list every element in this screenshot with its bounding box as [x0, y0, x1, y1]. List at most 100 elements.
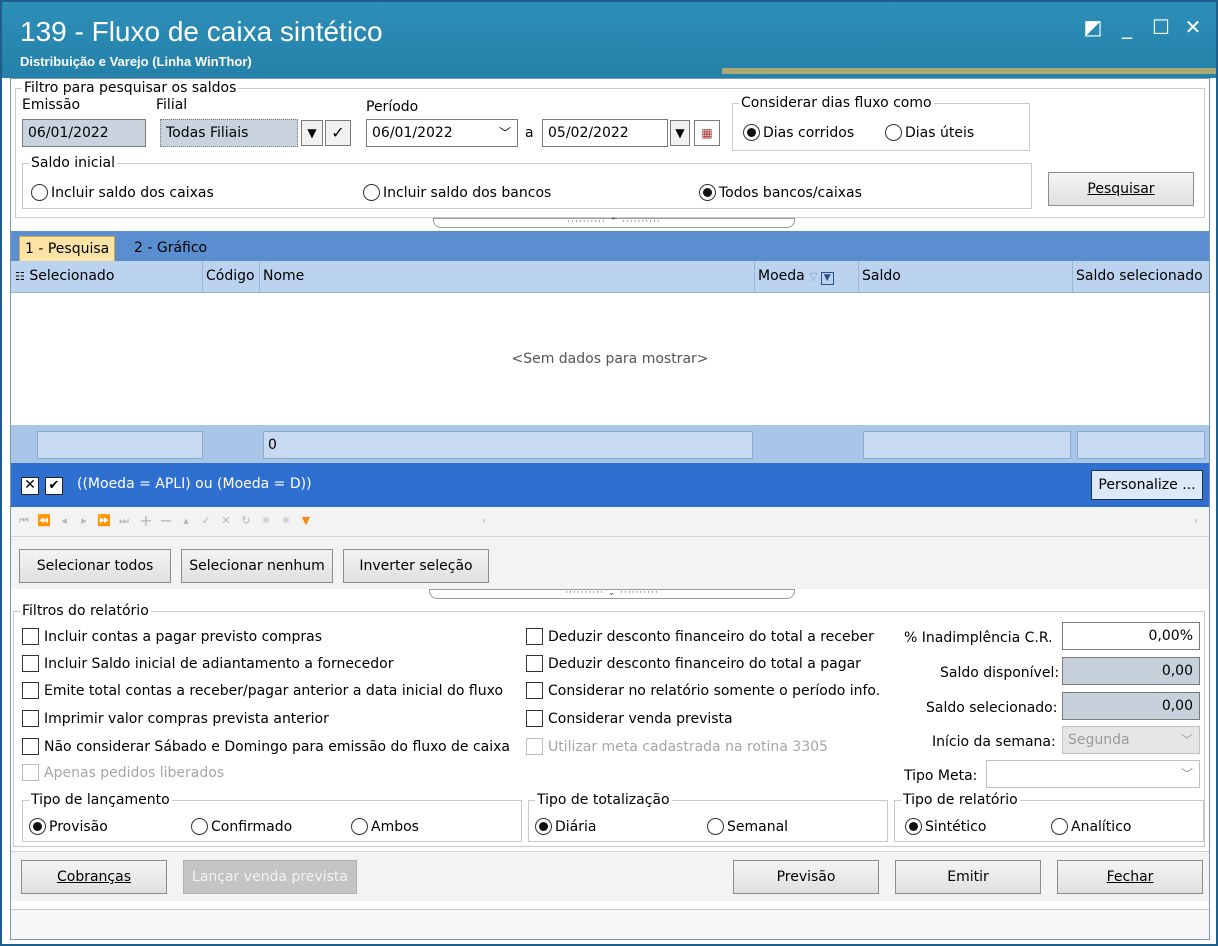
- filial-dropdown-button[interactable]: ▼: [301, 120, 323, 146]
- tab-pesquisa[interactable]: 1 - Pesquisa: [19, 236, 116, 261]
- chevron-down-icon[interactable]: ﹀: [1181, 761, 1193, 787]
- filter-icon[interactable]: ▽: [809, 270, 817, 283]
- radio-saldo-bancos[interactable]: Incluir saldo dos bancos: [363, 184, 551, 201]
- check-imprimir-compras-prevista[interactable]: Imprimir valor compras prevista anterior: [22, 710, 329, 727]
- emissao-field[interactable]: 06/01/2022: [22, 119, 146, 147]
- checkmark-icon: ✓: [331, 123, 345, 142]
- next-page-icon[interactable]: ⏩: [97, 514, 111, 528]
- post-icon[interactable]: ✓: [199, 514, 213, 528]
- tipo-lancamento-group: Tipo de lançamento Provisão Confirmado A…: [22, 792, 522, 842]
- inadimplencia-field[interactable]: 0,00%: [1062, 622, 1200, 650]
- emitir-button[interactable]: Emitir: [895, 860, 1041, 894]
- select-none-button[interactable]: Selecionar nenhum: [181, 549, 333, 583]
- radio-dot: [707, 818, 724, 835]
- checkbox: [526, 655, 543, 672]
- title-bar: 139 - Fluxo de caixa sintético Distribui…: [2, 2, 1216, 78]
- filter-expression[interactable]: ((Moeda = APLI) ou (Moeda = D)): [77, 476, 312, 492]
- radio-dias-corridos[interactable]: Dias corridos: [743, 124, 854, 141]
- radio-dot: [885, 124, 902, 141]
- restore-icon[interactable]: ◩: [1080, 14, 1106, 40]
- filter-active-icon[interactable]: ▼: [820, 272, 834, 285]
- scroll-left-icon[interactable]: ‹: [477, 514, 491, 528]
- check-contas-pagar-compras[interactable]: Incluir contas a pagar previsto compras: [22, 628, 322, 645]
- checkbox: [22, 655, 39, 672]
- chevron-down-icon[interactable]: ﹀: [499, 120, 511, 146]
- bookmark-icon[interactable]: ✳: [259, 514, 273, 528]
- column-header-selecionado[interactable]: ☷ Selecionado: [11, 261, 203, 292]
- radio-label: Dias corridos: [763, 124, 855, 141]
- clear-filter-button[interactable]: ✕: [21, 477, 39, 495]
- column-header-codigo[interactable]: Código: [203, 261, 260, 292]
- check-utilizar-meta: Utilizar meta cadastrada na rotina 3305: [526, 738, 828, 755]
- check-emite-total-anterior[interactable]: Emite total contas a receber/pagar anter…: [22, 682, 503, 699]
- select-all-button[interactable]: Selecionar todos: [19, 549, 171, 583]
- last-record-icon[interactable]: ⏭: [117, 514, 131, 528]
- check-saldo-adiantamento[interactable]: Incluir Saldo inicial de adiantamento a …: [22, 655, 393, 672]
- bottom-splitter[interactable]: ·········· ⌄ ··········: [429, 589, 795, 599]
- radio-dias-uteis[interactable]: Dias úteis: [885, 124, 974, 141]
- report-filters-legend: Filtros do relatório: [20, 603, 151, 619]
- goto-bookmark-icon[interactable]: ✳: [279, 514, 293, 528]
- periodo-end-field[interactable]: 05/02/2022: [542, 119, 668, 147]
- radio-dot: [1051, 818, 1068, 835]
- invert-selection-button[interactable]: Inverter seleção: [343, 549, 489, 583]
- calendar-button[interactable]: ▦: [694, 120, 720, 146]
- chevron-up-icon: ·········· ⌃ ··········: [567, 217, 661, 227]
- radio-confirmado[interactable]: Confirmado: [191, 818, 292, 835]
- maximize-button[interactable]: ☐: [1148, 14, 1174, 40]
- radio-sintetico[interactable]: Sintético: [905, 818, 986, 835]
- footer-cell-total: 0: [263, 431, 753, 459]
- top-splitter[interactable]: ·········· ⌃ ··········: [433, 218, 795, 228]
- column-header-saldo[interactable]: Saldo: [859, 261, 1073, 292]
- previous-page-icon[interactable]: ⏪: [37, 514, 51, 528]
- radio-saldo-caixas[interactable]: Incluir saldo dos caixas: [31, 184, 214, 201]
- previsao-button[interactable]: Previsão: [733, 860, 879, 894]
- column-header-saldo-selecionado[interactable]: Saldo selecionado: [1073, 261, 1209, 292]
- tab-grafico[interactable]: 2 - Gráfico: [129, 236, 212, 261]
- column-header-nome[interactable]: Nome: [260, 261, 755, 292]
- insert-icon[interactable]: +: [139, 513, 153, 529]
- saldo-disponivel-label: Saldo disponível:: [940, 665, 1060, 681]
- close-button[interactable]: ✕: [1180, 14, 1206, 40]
- column-header-moeda[interactable]: Moeda ▽ ▼: [755, 261, 859, 292]
- tipo-meta-select[interactable]: ﹀: [986, 760, 1200, 788]
- radio-semanal[interactable]: Semanal: [707, 818, 788, 835]
- check-somente-periodo[interactable]: Considerar no relatório somente o períod…: [526, 682, 880, 699]
- column-chooser-icon[interactable]: ☷: [15, 270, 25, 283]
- scroll-right-icon[interactable]: ›: [1189, 514, 1203, 528]
- search-button[interactable]: Pesquisar: [1048, 172, 1194, 206]
- check-deduzir-desconto-receber[interactable]: Deduzir desconto financeiro do total a r…: [526, 628, 874, 645]
- next-record-icon[interactable]: ▸: [77, 514, 91, 528]
- minimize-button[interactable]: _: [1114, 14, 1140, 40]
- check-deduzir-desconto-pagar[interactable]: Deduzir desconto financeiro do total a p…: [526, 655, 861, 672]
- fechar-button[interactable]: Fechar: [1057, 860, 1203, 894]
- cobrancas-button[interactable]: Cobranças: [21, 860, 167, 894]
- check-venda-prevista[interactable]: Considerar venda prevista: [526, 710, 733, 727]
- radio-analitico[interactable]: Analítico: [1051, 818, 1131, 835]
- radio-label: Incluir saldo dos bancos: [383, 184, 552, 201]
- filial-select[interactable]: Todas Filiais: [160, 119, 298, 147]
- filter-icon[interactable]: ▼: [299, 514, 313, 528]
- radio-diaria[interactable]: Diária: [535, 818, 596, 835]
- radio-todos-bancos-caixas[interactable]: Todos bancos/caixas: [699, 184, 862, 201]
- calendar-icon: ▦: [701, 126, 713, 140]
- edit-icon[interactable]: ▴: [179, 514, 193, 528]
- radio-provisao[interactable]: Provisão: [29, 818, 108, 835]
- first-record-icon[interactable]: ⏮: [17, 514, 31, 528]
- filial-confirm-button[interactable]: ✓: [325, 120, 351, 146]
- report-filters-group: Filtros do relatório Incluir contas a pa…: [13, 603, 1205, 847]
- previous-record-icon[interactable]: ◂: [57, 514, 71, 528]
- refresh-icon[interactable]: ↻: [239, 514, 253, 528]
- personalize-button[interactable]: Personalize ...: [1091, 470, 1203, 500]
- cancel-icon[interactable]: ✕: [219, 514, 233, 528]
- delete-icon[interactable]: −: [159, 513, 173, 529]
- periodo-end-dropdown[interactable]: ▼: [670, 120, 690, 146]
- search-filter-group: Filtro para pesquisar os saldos Emissão …: [15, 80, 1205, 218]
- title-decoration: [722, 68, 1216, 74]
- radio-ambos[interactable]: Ambos: [351, 818, 419, 835]
- lancar-venda-prevista-button: Lançar venda prevista: [183, 860, 357, 894]
- filter-enabled-checkbox[interactable]: ✔: [45, 477, 63, 495]
- periodo-start-field[interactable]: 06/01/2022 ﹀: [366, 119, 518, 147]
- check-nao-considerar-fds[interactable]: Não considerar Sábado e Domingo para emi…: [22, 738, 510, 755]
- navigator-bar: ⏮ ⏪ ◂ ▸ ⏩ ⏭ + − ▴ ✓ ✕ ↻ ✳ ✳ ▼ ‹ ›: [11, 507, 1209, 537]
